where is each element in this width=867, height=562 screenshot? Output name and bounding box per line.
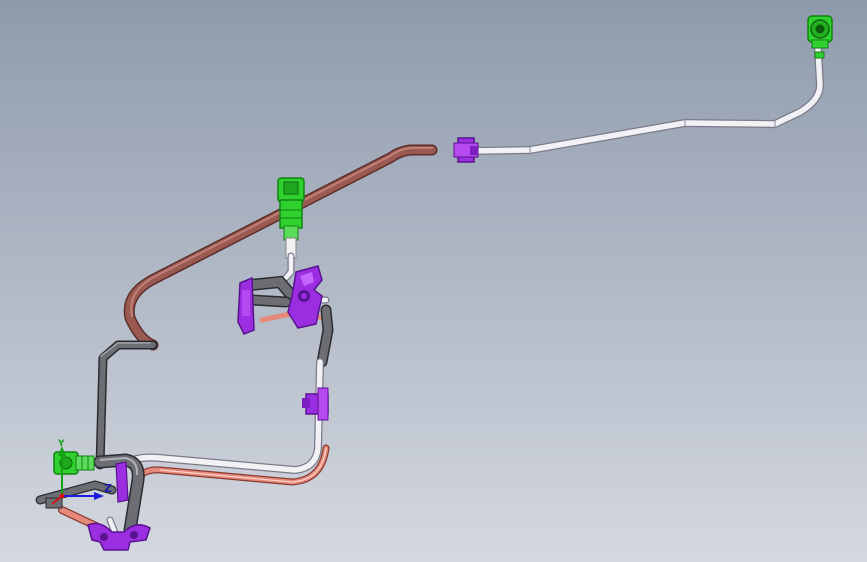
gray-pipe-right-vertical[interactable] [316,304,334,368]
triad-origin [59,493,65,499]
triad-z-label: Z [104,482,112,495]
viewport-background [0,0,867,562]
pipe-clip-icon[interactable] [453,137,479,163]
quick-connector-icon[interactable] [807,15,833,49]
green-band [814,51,825,59]
pipe-clip-icon[interactable] [115,461,129,503]
cad-graphics-viewport[interactable]: Z Y [0,0,867,562]
triad-y-label: Y [57,439,65,449]
pipe-assembly-model[interactable]: Z Y [0,0,867,562]
